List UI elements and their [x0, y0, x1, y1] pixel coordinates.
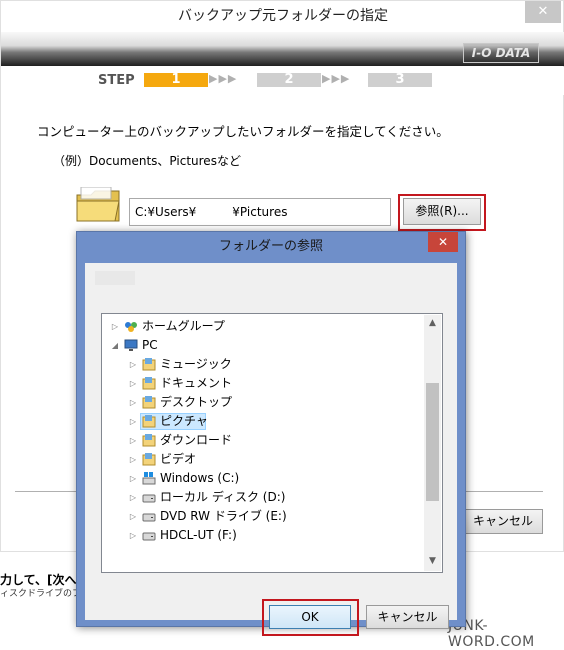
step-3: 3: [368, 73, 432, 87]
folder-tree[interactable]: ▷ ホームグループ ◢ PC ▷ ミュージック ▷ ドキュメント ▷ デスクトップ ▷ ピクチャ ▷ ダウ…: [101, 313, 443, 573]
tree-item[interactable]: ▷ ビデオ: [102, 450, 422, 469]
tree-item-label: ホームグループ: [142, 319, 225, 333]
tree-item-label: ローカル ディスク (D:): [160, 490, 286, 504]
window-title: バックアップ元フォルダーの指定: [178, 8, 388, 24]
expand-arrow-icon[interactable]: ▷: [128, 469, 138, 488]
expand-arrow-icon[interactable]: ▷: [128, 412, 138, 431]
vertical-scrollbar[interactable]: ▲ ▼: [424, 315, 441, 571]
brand-logo: I-O DATA: [463, 43, 539, 63]
dialog-message: [95, 271, 135, 285]
instruction-text: コンピューター上のバックアップしたいフォルダーを指定してください。: [37, 124, 449, 139]
scroll-up-arrow-icon[interactable]: ▲: [424, 315, 441, 331]
pictures-folder-icon: [142, 415, 156, 428]
folder-icon: [76, 187, 120, 222]
expand-arrow-icon[interactable]: ▷: [128, 526, 138, 545]
tree-item[interactable]: ▷ ローカル ディスク (D:): [102, 488, 422, 507]
external-drive-icon: [142, 529, 156, 542]
tree-item[interactable]: ◢ PC: [102, 336, 422, 355]
window-close-button[interactable]: ✕: [525, 1, 561, 23]
tree-item[interactable]: ▷ ドキュメント: [102, 374, 422, 393]
step-arrows: ▶▶▶: [209, 72, 238, 85]
tree-item-label: DVD RW ドライブ (E:): [160, 509, 287, 523]
scroll-down-arrow-icon[interactable]: ▼: [424, 553, 441, 569]
tree-item[interactable]: ▷ HDCL-UT (F:): [102, 526, 422, 545]
tree-item[interactable]: ▷ ピクチャ: [102, 412, 422, 431]
tree-item[interactable]: ▷ Windows (C:): [102, 469, 422, 488]
documents-folder-icon: [142, 377, 156, 390]
tree-item-label: Windows (C:): [160, 471, 240, 485]
dialog-cancel-button[interactable]: キャンセル: [366, 605, 449, 629]
dialog-title: フォルダーの参照: [218, 239, 323, 254]
tree-item[interactable]: ▷ ダウンロード: [102, 431, 422, 450]
tree-item-label: ミュージック: [160, 357, 232, 371]
tree-item-label: ビデオ: [160, 452, 197, 466]
expand-arrow-icon[interactable]: ▷: [128, 450, 138, 469]
scroll-thumb[interactable]: [426, 383, 439, 501]
ok-button[interactable]: OK: [269, 605, 351, 629]
tree-item[interactable]: ▷ ミュージック: [102, 355, 422, 374]
step-2: 2: [257, 73, 321, 87]
dialog-close-button[interactable]: ✕: [428, 232, 458, 252]
tree-item-label: デスクトップ: [160, 395, 233, 409]
collapse-arrow-icon[interactable]: ◢: [110, 336, 120, 355]
step-1-active: 1: [144, 73, 208, 87]
windows-drive-icon: [142, 472, 156, 485]
downloads-folder-icon: [142, 434, 156, 447]
expand-arrow-icon[interactable]: ▷: [128, 393, 138, 412]
music-folder-icon: [142, 358, 156, 371]
expand-arrow-icon[interactable]: ▷: [110, 317, 120, 336]
expand-arrow-icon[interactable]: ▷: [128, 507, 138, 526]
expand-arrow-icon[interactable]: ▷: [128, 355, 138, 374]
tree-item-label: HDCL-UT (F:): [160, 528, 237, 542]
tree-item-label: PC: [142, 338, 158, 352]
dialog-body: ▷ ホームグループ ◢ PC ▷ ミュージック ▷ ドキュメント ▷ デスクトップ ▷ ピクチャ ▷ ダウ…: [85, 263, 457, 636]
expand-arrow-icon[interactable]: ▷: [128, 488, 138, 507]
tree-item[interactable]: ▷ DVD RW ドライブ (E:): [102, 507, 422, 526]
folder-path-input[interactable]: C:¥Users¥ ¥Pictures: [129, 198, 391, 226]
tree-item[interactable]: ▷ ホームグループ: [102, 317, 422, 336]
tree-item-label: ダウンロード: [160, 433, 233, 447]
tree-item-label: ドキュメント: [160, 376, 233, 390]
background-subtext: ィスクドライブのフ: [0, 589, 82, 599]
expand-arrow-icon[interactable]: ▷: [128, 431, 138, 450]
example-text: （例）Documents、Picturesなど: [53, 154, 241, 168]
tree-item-label: ピクチャ: [160, 414, 208, 428]
disk-drive-icon: [142, 491, 156, 504]
browse-folder-dialog: フォルダーの参照 ✕ ▷ ホームグループ ◢ PC ▷ ミュージック ▷ ドキュメント ▷ デスク…: [76, 231, 466, 636]
videos-folder-icon: [142, 453, 156, 466]
cancel-button[interactable]: キャンセル: [463, 509, 543, 534]
step-arrows: ▶▶▶: [322, 72, 351, 85]
dvd-drive-icon: [142, 510, 156, 523]
pc-icon: [124, 339, 138, 352]
tree-item[interactable]: ▷ デスクトップ: [102, 393, 422, 412]
expand-arrow-icon[interactable]: ▷: [128, 374, 138, 393]
browse-button[interactable]: 参照(R)...: [403, 198, 481, 225]
step-label: STEP: [98, 73, 135, 88]
homegroup-icon: [124, 320, 138, 333]
desktop-folder-icon: [142, 396, 156, 409]
